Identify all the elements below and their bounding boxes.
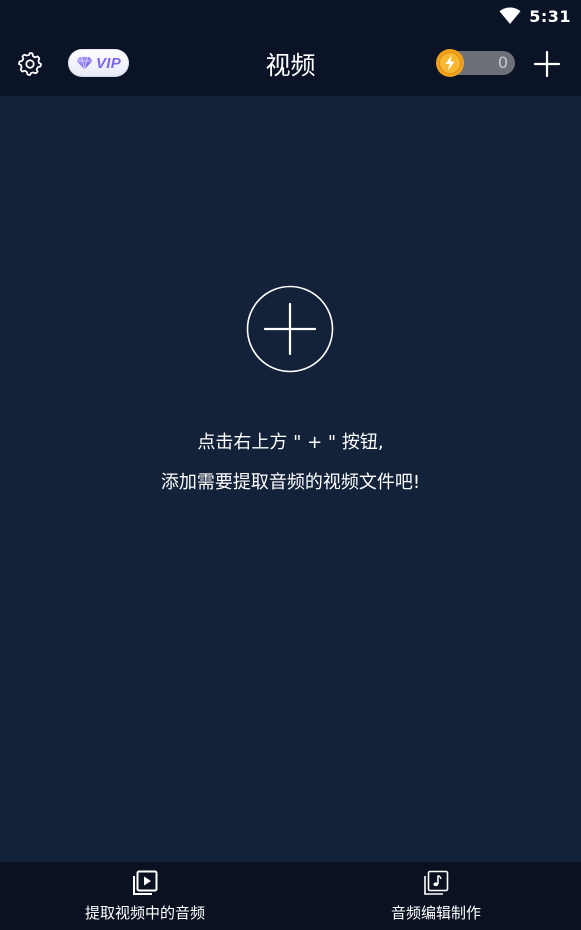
plus-icon xyxy=(533,50,561,78)
gear-icon xyxy=(18,52,42,76)
coin-count: 0 xyxy=(497,53,508,72)
wifi-icon xyxy=(499,7,521,24)
music-note-icon xyxy=(424,870,449,895)
status-time: 5:31 xyxy=(529,6,571,26)
add-button[interactable] xyxy=(532,49,562,79)
nav-label-audio-edit: 音频编辑制作 xyxy=(390,904,481,922)
header: VIP 视频 0 xyxy=(0,32,581,96)
status-right: 5:31 xyxy=(499,4,571,28)
screen: 5:31 VIP 视频 0 点击右上方 " + " 按钮, 添加需要提取音频的视… xyxy=(0,0,581,930)
vip-badge[interactable]: VIP xyxy=(68,49,129,77)
empty-hint-line-2: 添加需要提取音频的视频文件吧! xyxy=(160,472,421,493)
nav-label-extract-audio: 提取视频中的音频 xyxy=(84,904,205,922)
bottom-nav: 提取视频中的音频 音频编辑制作 xyxy=(0,862,581,930)
empty-hint-line-1: 点击右上方 " + " 按钮, xyxy=(197,432,384,453)
circle-plus-icon xyxy=(246,285,334,373)
status-bar: 5:31 xyxy=(0,0,581,32)
nav-item-audio-edit[interactable]: 音频编辑制作 xyxy=(291,862,581,930)
coin-toggle[interactable]: 0 xyxy=(435,48,515,78)
empty-add-button[interactable] xyxy=(246,285,334,373)
diamond-icon xyxy=(76,56,93,70)
nav-item-extract-audio[interactable]: 提取视频中的音频 xyxy=(0,862,290,930)
video-play-icon xyxy=(133,870,158,895)
settings-button[interactable] xyxy=(14,48,46,80)
lightning-coin-icon xyxy=(436,49,464,77)
vip-label: VIP xyxy=(95,54,122,72)
